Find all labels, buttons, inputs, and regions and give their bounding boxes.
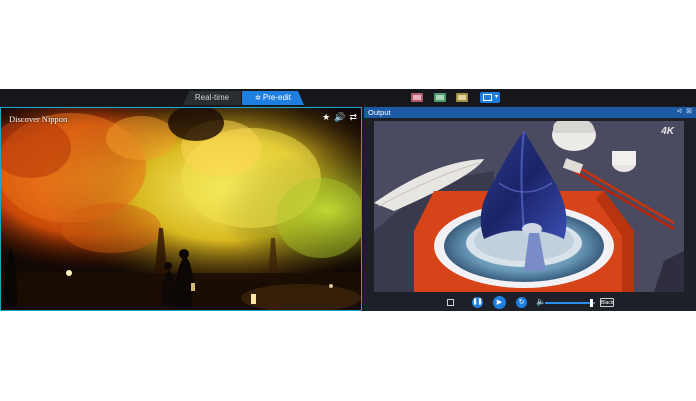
pin-icon[interactable]: ⊲ (676, 108, 682, 115)
layout-preview-icon (458, 95, 466, 100)
output-header: Output ⊲ ⊠ (364, 107, 696, 118)
output-pane: Output ⊲ ⊠ 4K ❚❚ ▶ ↻ 🔈 Black (364, 107, 696, 311)
autumn-illumination-scene (1, 108, 361, 310)
tab-preedit[interactable]: ✲ Pre-edit (242, 91, 304, 105)
layout-preview-icon (413, 95, 421, 100)
layout-preview-icon (436, 95, 444, 100)
chevron-down-icon[interactable]: ▾ (495, 93, 498, 100)
volume-slider-fill (545, 302, 591, 304)
output-video[interactable]: 4K (374, 121, 684, 292)
source-title: Discover Nippon (9, 114, 68, 124)
loop-icon[interactable]: ↻ (516, 297, 527, 308)
layout-option-1-button[interactable] (411, 93, 423, 102)
top-toolbar: Real-time ✲ Pre-edit ▾ (0, 89, 696, 106)
playback-controls: ❚❚ ▶ ↻ 🔈 Black (364, 295, 696, 311)
pause-icon[interactable]: ❚❚ (472, 297, 483, 308)
sync-icon[interactable]: ⇄ (349, 112, 357, 122)
volume-slider-handle[interactable] (590, 299, 593, 307)
tab-preedit-label: Pre-edit (262, 93, 291, 102)
play-icon[interactable]: ▶ (493, 296, 506, 309)
tableware-scene (374, 121, 684, 292)
tab-realtime[interactable]: Real-time (183, 91, 241, 105)
layout-option-3-button[interactable] (456, 93, 468, 102)
gear-icon: ✲ (255, 95, 261, 102)
speaker-icon[interactable]: 🔊 (334, 112, 345, 122)
black-button[interactable]: Black (600, 298, 614, 307)
source-video-pane[interactable]: Discover Nippon ★ 🔊 ⇄ (0, 107, 362, 311)
app-window: Real-time ✲ Pre-edit ▾ Discover Nippon ★… (0, 89, 696, 311)
layout-preview-icon (483, 94, 492, 101)
crop-icon[interactable] (447, 299, 454, 306)
output-title: Output (368, 108, 391, 117)
badge-4k: 4K (661, 126, 674, 137)
layout-option-4-button[interactable]: ▾ (480, 92, 500, 103)
layout-option-2-button[interactable] (434, 93, 446, 102)
close-icon[interactable]: ⊠ (686, 108, 692, 115)
source-pane-icons: ★ 🔊 ⇄ (318, 112, 357, 123)
star-icon[interactable]: ★ (322, 112, 330, 122)
